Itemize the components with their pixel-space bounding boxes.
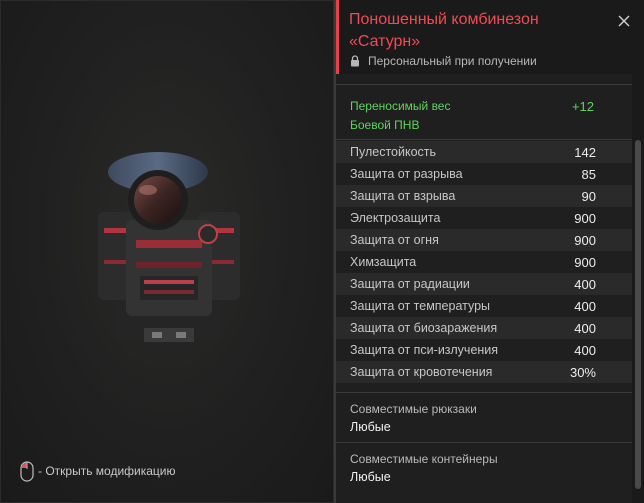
stat-row: Электрозащита 900	[336, 207, 632, 229]
stat-value: 900	[574, 233, 596, 248]
suit-image[interactable]	[86, 150, 252, 350]
stat-value: 400	[574, 321, 596, 336]
stat-row: Защита от пси-излучения 400	[336, 339, 632, 361]
stat-value: 30%	[569, 365, 596, 380]
item-details-panel: Поношенный комбинезон «Сатурн» Персональ…	[334, 0, 644, 503]
bonus-block: Переносимый вес Боевой ПНВ +12	[336, 85, 632, 140]
stat-row: Защита от разрыва 85	[336, 163, 632, 185]
stat-row: Защита от температуры 400	[336, 295, 632, 317]
compatible-backpacks: Совместимые рюкзаки Любые	[336, 392, 632, 443]
stat-value: 900	[574, 255, 596, 270]
stat-value: 400	[574, 277, 596, 292]
stat-name: Защита от разрыва	[350, 167, 463, 181]
open-modification-hint: - Открыть модификацию	[20, 459, 176, 483]
stat-value: 85	[581, 167, 596, 182]
compatible-containers-label: Совместимые контейнеры	[350, 452, 498, 466]
binding-status: Персональный при получении	[350, 54, 537, 68]
stat-name: Пулестойкость	[350, 145, 437, 159]
lock-icon	[351, 55, 359, 67]
clipped-row	[336, 74, 632, 85]
hint-text: - Открыть модификацию	[38, 464, 176, 478]
stat-name: Защита от кровотечения	[350, 365, 493, 379]
bonus-carry-weight-value: +12	[571, 99, 594, 114]
stat-value: 90	[581, 189, 596, 204]
compatible-backpacks-value: Любые	[350, 420, 391, 434]
bonus-night-vision: Боевой ПНВ	[350, 118, 420, 132]
scrollbar-thumb[interactable]	[635, 140, 641, 489]
item-title: Поношенный комбинезон «Сатурн»	[349, 11, 539, 50]
stat-row: Защита от огня 900	[336, 229, 632, 251]
stat-name: Защита от взрыва	[350, 189, 456, 203]
stat-name: Электрозащита	[350, 211, 441, 225]
item-header: Поношенный комбинезон «Сатурн» Персональ…	[336, 0, 644, 74]
binding-status-text: Персональный при получении	[368, 54, 537, 68]
stat-name: Защита от температуры	[350, 299, 491, 313]
bonus-carry-weight: Переносимый вес	[350, 99, 451, 113]
stat-name: Защита от огня	[350, 233, 439, 247]
stat-row: Химзащита 900	[336, 251, 632, 273]
item-preview-area: - Открыть модификацию	[0, 0, 334, 503]
stat-value: 400	[574, 299, 596, 314]
compatible-containers: Совместимые контейнеры Любые	[336, 442, 632, 493]
compatible-backpacks-label: Совместимые рюкзаки	[350, 402, 477, 416]
stat-name: Защита от пси-излучения	[350, 343, 499, 357]
close-icon[interactable]	[618, 15, 630, 27]
stat-row: Пулестойкость 142	[336, 141, 632, 163]
stat-row: Защита от радиации 400	[336, 273, 632, 295]
stat-row: Защита от кровотечения 30%	[336, 361, 632, 383]
stat-name: Химзащита	[350, 255, 417, 269]
details-scroll-area[interactable]: Переносимый вес Боевой ПНВ +12 Пулестойк…	[336, 74, 632, 503]
scrollbar[interactable]	[632, 74, 644, 503]
stat-value: 400	[574, 343, 596, 358]
stat-value: 142	[574, 145, 596, 160]
stat-name: Защита от биозаражения	[350, 321, 498, 335]
stat-value: 900	[574, 211, 596, 226]
mouse-left-click-icon	[20, 460, 34, 482]
stat-row: Защита от взрыва 90	[336, 185, 632, 207]
stat-row: Защита от биозаражения 400	[336, 317, 632, 339]
stat-name: Защита от радиации	[350, 277, 470, 291]
compatible-containers-value: Любые	[350, 470, 391, 484]
